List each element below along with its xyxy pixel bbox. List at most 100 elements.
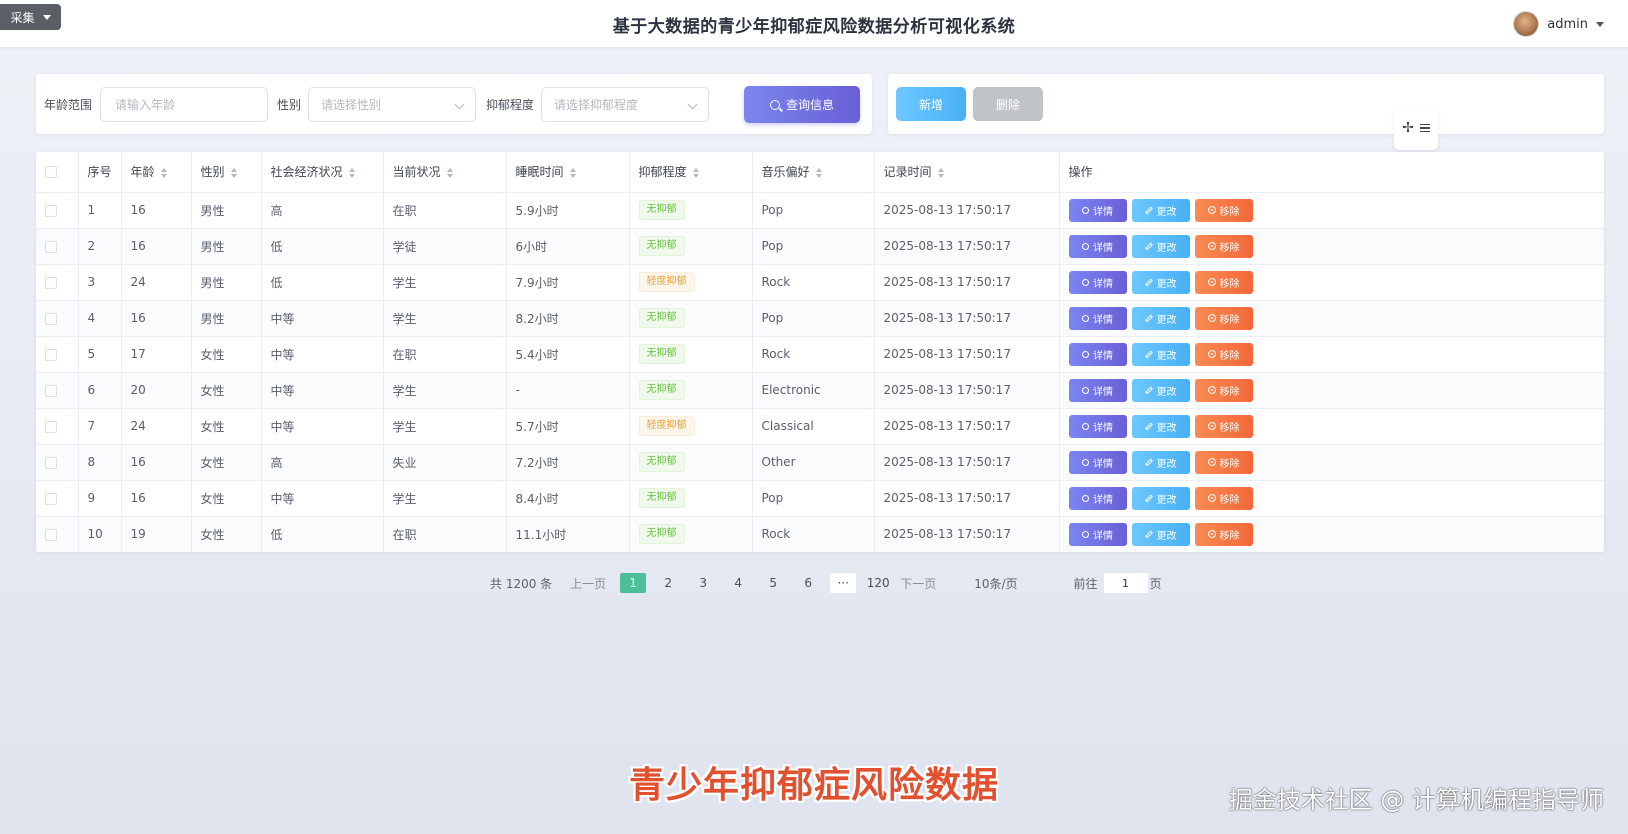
detail-button[interactable]: 详情 xyxy=(1068,486,1127,510)
page-size-select[interactable]: 10条/页 xyxy=(974,575,1017,592)
delete-button[interactable]: 删除 xyxy=(973,87,1043,121)
edit-button[interactable]: 更改 xyxy=(1131,486,1190,510)
header-ses[interactable]: 社会经济状况 xyxy=(261,152,384,193)
age-input[interactable] xyxy=(100,87,268,122)
detail-button[interactable]: 详情 xyxy=(1068,378,1127,402)
table-row[interactable]: 1 16 男性高在职 5.9小时 无抑郁 Pop 2025-08-13 17:50:17 详情… xyxy=(36,192,1604,229)
table-row[interactable]: 3 24 男性低学生 7.9小时 轻度抑郁 Rock 2025-08-13 17:50:17… xyxy=(36,264,1604,301)
edit-button[interactable]: 更改 xyxy=(1131,414,1190,438)
page-1[interactable]: 1 xyxy=(620,573,647,593)
remove-button[interactable]: 移除 xyxy=(1194,522,1253,546)
query-button[interactable]: 查询信息 xyxy=(744,86,860,123)
more-pages-button[interactable]: ··· xyxy=(830,573,857,593)
remove-button[interactable]: 移除 xyxy=(1194,234,1253,258)
remove-button[interactable]: 移除 xyxy=(1194,378,1253,402)
floating-toolbar: ✢ xyxy=(1394,106,1438,150)
page-4[interactable]: 4 xyxy=(725,573,751,593)
row-select-cell[interactable] xyxy=(36,408,79,445)
add-button[interactable]: 新增 xyxy=(896,87,966,121)
sort-icon xyxy=(815,167,822,178)
detail-button[interactable]: 详情 xyxy=(1068,306,1127,330)
page-5[interactable]: 5 xyxy=(760,573,786,593)
user-menu[interactable]: admin xyxy=(1513,10,1604,38)
detail-button[interactable]: 详情 xyxy=(1068,414,1127,438)
edit-button[interactable]: 更改 xyxy=(1131,378,1190,402)
header-gender[interactable]: 性别 xyxy=(191,152,262,193)
header-age[interactable]: 年龄 xyxy=(121,152,192,193)
table-row[interactable]: 5 17 女性 中等 在职 5.4小时 无抑郁 Rock 2025-08-13 17:50:17… xyxy=(36,336,1604,373)
table-row[interactable]: 4 16 男性 中等 学生 8.2小时 无抑郁 Pop 2025-08-13 17:50:17 详… xyxy=(36,300,1604,337)
header-depression[interactable]: 抑郁程度 xyxy=(629,152,753,193)
row-checkbox[interactable] xyxy=(45,492,57,505)
row-checkbox[interactable] xyxy=(45,420,57,433)
remove-button[interactable]: 移除 xyxy=(1194,270,1253,294)
edit-button[interactable]: 更改 xyxy=(1131,342,1190,366)
table-row[interactable]: 10 19 女性低在职 11.1小时 无抑郁 Rock 2025-08-13 17:50:1… xyxy=(36,516,1604,552)
row-select-cell[interactable] xyxy=(36,480,79,517)
page-3[interactable]: 3 xyxy=(690,573,716,593)
row-checkbox[interactable] xyxy=(45,456,57,469)
goto-page-input[interactable] xyxy=(1103,573,1148,593)
data-table: 序号 年龄 性别 社会经济状况 当前状况 睡眠时间 抑郁程度 音乐偏好 记录时间… xyxy=(36,152,1604,552)
row-select-cell[interactable] xyxy=(36,336,79,373)
detail-button[interactable]: 详情 xyxy=(1068,450,1127,474)
row-checkbox[interactable] xyxy=(45,312,57,325)
cell-status: 在职 xyxy=(383,192,507,229)
remove-button[interactable]: 移除 xyxy=(1194,486,1253,510)
edit-button[interactable]: 更改 xyxy=(1131,198,1190,222)
edit-button[interactable]: 更改 xyxy=(1131,234,1190,258)
move-icon[interactable]: ✢ xyxy=(1402,121,1414,135)
detail-button[interactable]: 详情 xyxy=(1068,522,1127,546)
table-row[interactable]: 9 16 女性 中等 学生 8.4小时 无抑郁 Pop 2025-08-13 17:50:17 详… xyxy=(36,480,1604,517)
row-checkbox[interactable] xyxy=(45,276,57,289)
sort-icon xyxy=(446,167,453,178)
table-row[interactable]: 2 16 男性低学徒 6小时 无抑郁 Pop 2025-08-13 17:50:17 详情 更改… xyxy=(36,228,1604,265)
next-page-button[interactable]: 下一页 xyxy=(900,575,936,592)
page-2[interactable]: 2 xyxy=(655,573,681,593)
edit-button[interactable]: 更改 xyxy=(1131,450,1190,474)
cell-gender: 男性 xyxy=(191,264,262,301)
remove-button[interactable]: 移除 xyxy=(1194,198,1253,222)
select-all-checkbox[interactable] xyxy=(45,166,57,179)
row-select-cell[interactable] xyxy=(36,516,79,552)
row-select-cell[interactable] xyxy=(36,300,79,337)
edit-button[interactable]: 更改 xyxy=(1131,270,1190,294)
header-music[interactable]: 音乐偏好 xyxy=(752,152,875,193)
row-select-cell[interactable] xyxy=(36,444,79,481)
row-checkbox[interactable] xyxy=(45,528,57,541)
depression-level-select[interactable]: 请选择抑郁程度 xyxy=(541,87,709,122)
table-row[interactable]: 7 24 女性 中等 学生 5.7小时 轻度抑郁 Classical 2025-08-13 17… xyxy=(36,408,1604,445)
edit-button[interactable]: 更改 xyxy=(1131,306,1190,330)
prev-page-button[interactable]: 上一页 xyxy=(570,575,606,592)
table-row[interactable]: 6 20 女性 中等 学生 - 无抑郁 Electronic 2025-08-13 17:50:… xyxy=(36,372,1604,409)
remove-button[interactable]: 移除 xyxy=(1194,450,1253,474)
detail-button[interactable]: 详情 xyxy=(1068,234,1127,258)
remove-button[interactable]: 移除 xyxy=(1194,306,1253,330)
row-select-cell[interactable] xyxy=(36,192,79,229)
remove-button[interactable]: 移除 xyxy=(1194,342,1253,366)
row-select-cell[interactable] xyxy=(36,372,79,409)
edit-button[interactable]: 更改 xyxy=(1131,522,1190,546)
row-checkbox[interactable] xyxy=(45,348,57,361)
detail-button[interactable]: 详情 xyxy=(1068,342,1127,366)
row-checkbox[interactable] xyxy=(45,384,57,397)
pencil-icon xyxy=(1144,530,1153,538)
header-status[interactable]: 当前状况 xyxy=(383,152,507,193)
detail-button[interactable]: 详情 xyxy=(1068,198,1127,222)
header-time[interactable]: 记录时间 xyxy=(874,152,1060,193)
page-last[interactable]: 120 xyxy=(865,573,891,593)
select-all-cell[interactable] xyxy=(36,152,79,193)
table-row[interactable]: 8 16 女性高失业 7.2小时 无抑郁 Other 2025-08-13 17:50:17… xyxy=(36,444,1604,481)
detail-button[interactable]: 详情 xyxy=(1068,270,1127,294)
row-checkbox[interactable] xyxy=(45,240,57,253)
row-checkbox[interactable] xyxy=(45,204,57,217)
row-select-cell[interactable] xyxy=(36,228,79,265)
page-6[interactable]: 6 xyxy=(795,573,821,593)
remove-button[interactable]: 移除 xyxy=(1194,414,1253,438)
menu-icon[interactable] xyxy=(1419,123,1430,133)
cell-depression: 无抑郁 xyxy=(629,192,753,229)
row-select-cell[interactable] xyxy=(36,264,79,301)
pencil-icon xyxy=(1144,350,1153,358)
gender-select[interactable]: 请选择性别 xyxy=(308,87,476,122)
header-sleep[interactable]: 睡眠时间 xyxy=(506,152,630,193)
